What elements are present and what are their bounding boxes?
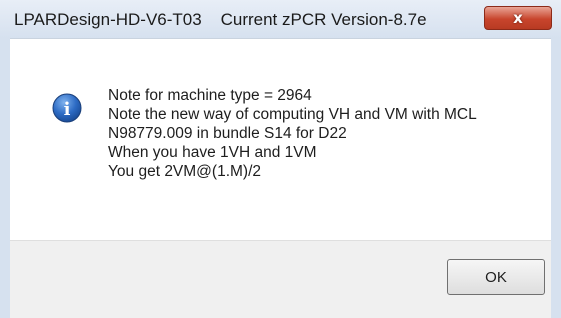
close-icon: x: [513, 9, 523, 27]
close-button[interactable]: x: [484, 6, 552, 30]
info-icon-glyph: i: [64, 99, 71, 120]
message-line: Note for machine type = 2964: [108, 87, 312, 104]
title-bar[interactable]: LPARDesign-HD-V6-T03 Current zPCR Versio…: [0, 0, 561, 38]
message-line: When you have 1VH and 1VM: [108, 144, 317, 161]
message-line: You get 2VM@(1.M)/2: [108, 163, 262, 180]
info-icon: i: [52, 93, 82, 123]
window-frame-left: [0, 38, 10, 318]
ok-button[interactable]: OK: [447, 259, 545, 295]
message-line: N98779.009 in bundle S14 for D22: [108, 125, 347, 142]
message-dialog: LPARDesign-HD-V6-T03 Current zPCR Versio…: [0, 0, 561, 318]
window-title: LPARDesign-HD-V6-T03 Current zPCR Versio…: [14, 10, 427, 29]
message-text: Note for machine type = 2964 Note the ne…: [108, 86, 477, 181]
window-frame-right: [551, 38, 561, 318]
message-line: Note the new way of computing VH and VM …: [108, 106, 477, 123]
message-area: i Note for machine type = 2964 Note the …: [10, 38, 551, 240]
button-bar: OK: [10, 240, 551, 318]
